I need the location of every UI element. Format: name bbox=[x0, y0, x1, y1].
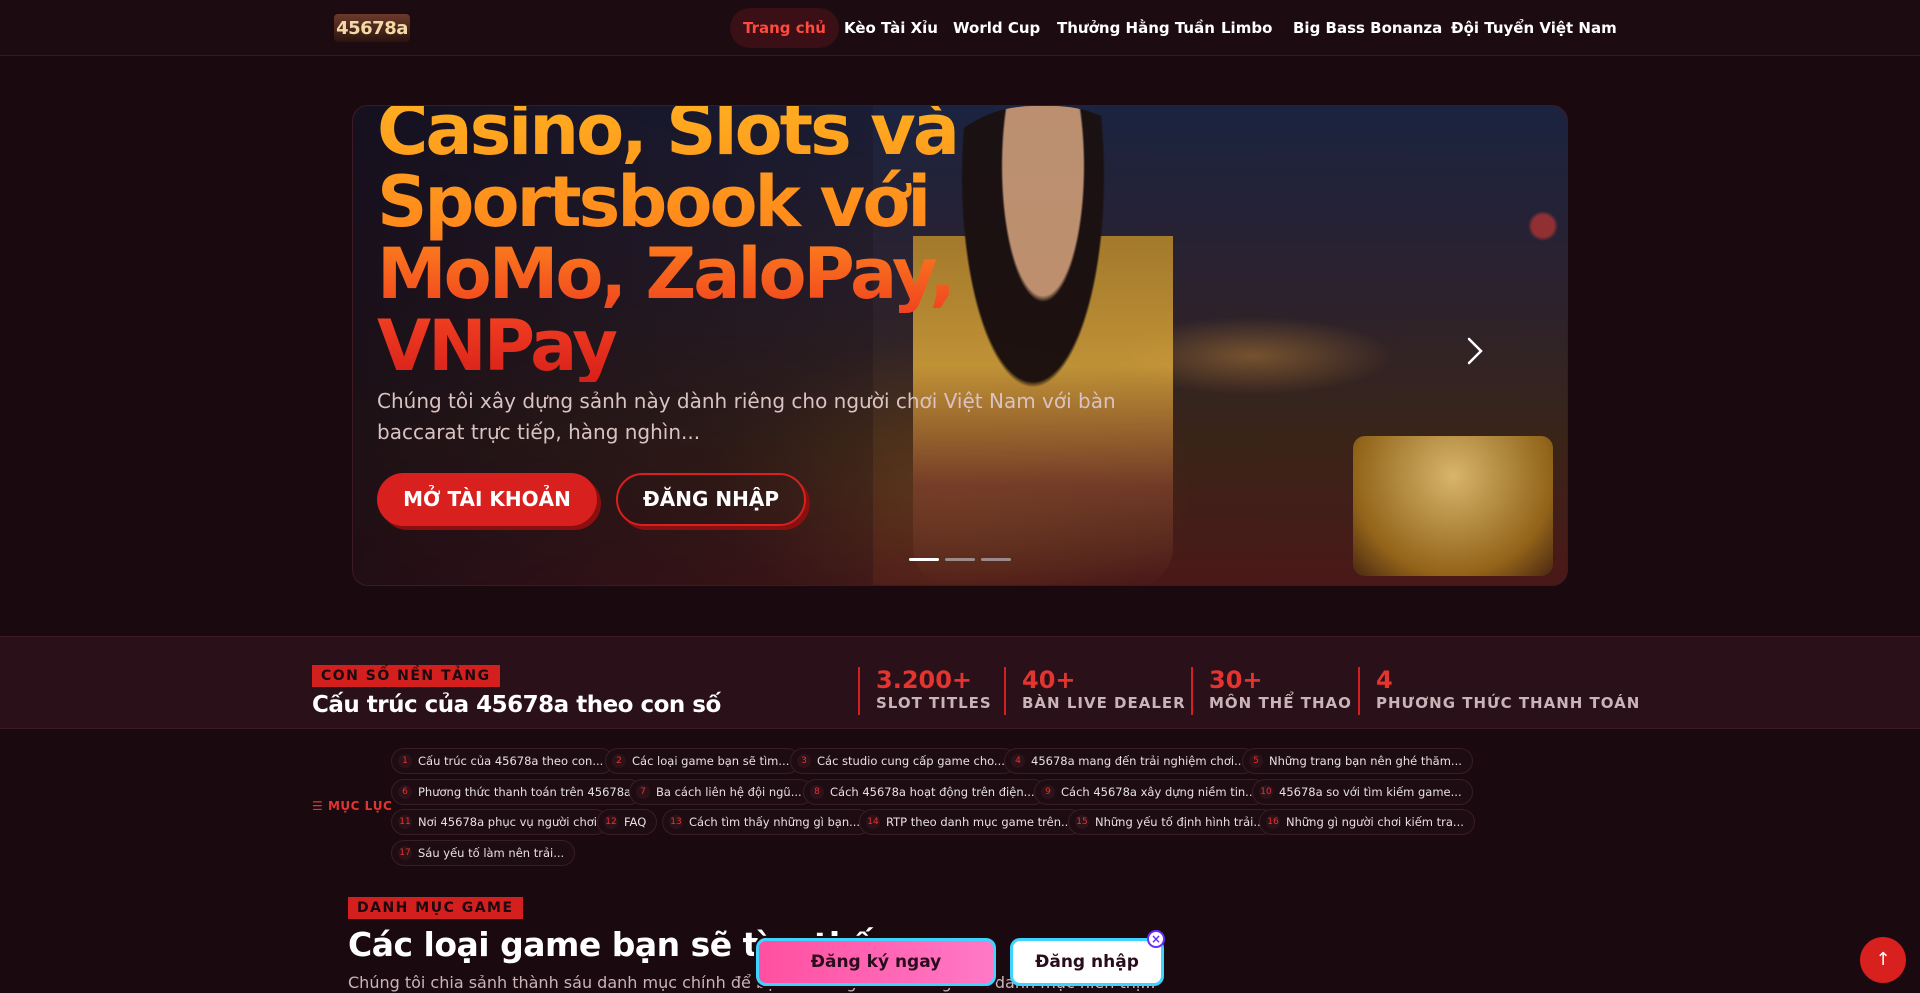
toc-item[interactable]: 7 Ba cách liên hệ đội ngũ... bbox=[629, 779, 813, 805]
hero-description: Chúng tôi xây dựng sảnh này dành riêng c… bbox=[377, 389, 1116, 444]
stat-item: 3.200+ SLOT TITLES bbox=[858, 667, 992, 715]
toc-item[interactable]: 16 Những gì người chơi kiếm tra... bbox=[1259, 809, 1475, 835]
nav-item-trang-chu[interactable]: Trang chủ bbox=[730, 8, 839, 48]
platform-stats: CON SỐ NỀN TẢNG Cấu trúc của 45678a theo… bbox=[0, 636, 1920, 729]
slider-dot[interactable] bbox=[945, 558, 975, 561]
hero-title: Casino, Slots và Sportsbook với MoMo, Za… bbox=[377, 106, 997, 382]
login-button[interactable]: ĐĂNG NHẬP bbox=[616, 473, 806, 526]
toc-item[interactable]: 9 Cách 45678a xây dựng niềm tin... bbox=[1034, 779, 1268, 805]
section-tag: DANH MỤC GAME bbox=[348, 897, 523, 919]
toc-item[interactable]: 3 Các studio cung cấp game cho... bbox=[790, 748, 1016, 774]
toc-item[interactable]: 6 Phương thức thanh toán trên 45678a bbox=[391, 779, 643, 805]
main-nav: Trang chủ Kèo Tài Xỉu World Cup Thưởng H… bbox=[0, 8, 1920, 48]
stat-value: 3.200+ bbox=[876, 666, 973, 694]
stat-label: PHƯƠNG THỨC THANH TOÁN bbox=[1376, 694, 1641, 712]
nav-item-world-cup[interactable]: World Cup bbox=[953, 8, 1040, 48]
stat-label: MÔN THỂ THAO bbox=[1209, 694, 1352, 712]
stat-item: 4 PHƯƠNG THỨC THANH TOÁN bbox=[1358, 667, 1640, 715]
nav-item-limbo[interactable]: Limbo bbox=[1221, 8, 1272, 48]
toc-item[interactable]: 1 Cấu trúc của 45678a theo con... bbox=[391, 748, 615, 774]
toc-item[interactable]: 13 Cách tìm thấy những gì bạn... bbox=[662, 809, 872, 835]
stat-value: 40+ bbox=[1022, 666, 1076, 694]
toc-label[interactable]: ☰ MỤC LỤC bbox=[312, 799, 392, 813]
close-icon[interactable]: × bbox=[1147, 930, 1165, 948]
toc-item[interactable]: 5 Những trang bạn nên ghé thăm... bbox=[1242, 748, 1473, 774]
nav-item-doi-tuyen-viet-nam[interactable]: Đội Tuyển Việt Nam bbox=[1451, 8, 1617, 48]
sticky-login-button[interactable]: Đăng nhập bbox=[1010, 938, 1164, 986]
toc-item[interactable]: 4 45678a mang đến trải nghiệm chơi... bbox=[1004, 748, 1257, 774]
section-tag: CON SỐ NỀN TẢNG bbox=[312, 665, 500, 687]
table-of-contents: ☰ MỤC LỤC 1 Cấu trúc của 45678a theo con.… bbox=[0, 744, 1920, 869]
nav-item-thuong-hang-tuan[interactable]: Thưởng Hằng Tuần bbox=[1057, 8, 1215, 48]
slider-dot[interactable] bbox=[981, 558, 1011, 561]
nav-item-big-bass-bonanza[interactable]: Big Bass Bonanza bbox=[1293, 8, 1442, 48]
stat-item: 40+ BÀN LIVE DEALER bbox=[1004, 667, 1186, 715]
stats-title: Cấu trúc của 45678a theo con số bbox=[312, 692, 721, 718]
toc-item[interactable]: 10 45678a so với tìm kiếm game... bbox=[1252, 779, 1473, 805]
stat-value: 30+ bbox=[1209, 666, 1263, 694]
arrow-up-icon[interactable]: ↑ bbox=[1860, 937, 1906, 983]
toc-item[interactable]: 14 RTP theo danh mục game trên... bbox=[859, 809, 1083, 835]
register-now-button[interactable]: Đăng ký ngay bbox=[756, 938, 996, 986]
stat-label: SLOT TITLES bbox=[876, 694, 992, 712]
stat-value: 4 bbox=[1376, 666, 1393, 694]
hero-slider: Casino, Slots và Sportsbook với MoMo, Za… bbox=[352, 105, 1568, 586]
treasure-chest-image bbox=[1353, 436, 1553, 576]
slider-dot[interactable] bbox=[909, 558, 939, 561]
toc-item[interactable]: 2 Các loại game bạn sẽ tìm... bbox=[605, 748, 801, 774]
stat-label: BÀN LIVE DEALER bbox=[1022, 694, 1186, 712]
nav-item-keo-tai-xiu[interactable]: Kèo Tài Xỉu bbox=[844, 8, 938, 48]
toc-item[interactable]: 11 Nơi 45678a phục vụ người chơi bbox=[391, 809, 608, 835]
toc-item[interactable]: 15 Những yếu tố định hình trải... bbox=[1068, 809, 1276, 835]
open-account-button[interactable]: MỞ TÀI KHOẢN bbox=[377, 473, 597, 526]
chevron-right-icon[interactable] bbox=[1463, 331, 1487, 371]
site-header: 45678a Trang chủ Kèo Tài Xỉu World Cup T… bbox=[0, 0, 1920, 56]
slider-dots bbox=[909, 558, 1011, 562]
toc-item[interactable]: 17 Sáu yếu tố làm nên trải... bbox=[391, 840, 576, 866]
toc-item[interactable]: 8 Cách 45678a hoạt động trên điện... bbox=[803, 779, 1046, 805]
toc-item[interactable]: 12 FAQ bbox=[597, 809, 658, 835]
stat-item: 30+ MÔN THỂ THAO bbox=[1191, 667, 1352, 715]
list-icon: ☰ bbox=[312, 799, 328, 813]
